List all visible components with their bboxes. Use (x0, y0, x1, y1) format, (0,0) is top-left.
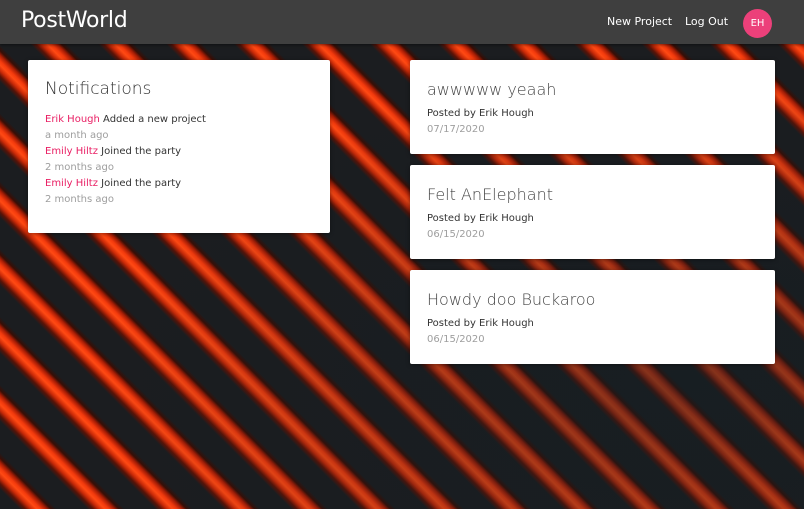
notifications-title: Notifications (45, 79, 152, 99)
post-author: Posted by Erik Hough (427, 108, 534, 119)
post-author: Posted by Erik Hough (427, 318, 534, 329)
new-project-link[interactable]: New Project (607, 15, 672, 28)
top-navbar: PostWorld New Project Log Out EH (0, 0, 804, 44)
post-title[interactable]: Felt AnElephant (427, 185, 553, 204)
notification-time: a month ago (45, 130, 109, 141)
notification-user-link[interactable]: Emily Hiltz (45, 178, 98, 189)
post-author: Posted by Erik Hough (427, 213, 534, 224)
notification-item: Emily Hiltz Joined the party 2 months ag… (45, 144, 320, 176)
notification-user-link[interactable]: Erik Hough (45, 114, 100, 125)
post-date: 06/15/2020 (427, 334, 485, 345)
notification-item: Emily Hiltz Joined the party 2 months ag… (45, 176, 320, 208)
post-date: 07/17/2020 (427, 124, 485, 135)
notification-item: Erik Hough Added a new project a month a… (45, 112, 320, 144)
notification-time: 2 months ago (45, 162, 114, 173)
notification-action: Joined the party (101, 178, 182, 189)
post-card[interactable]: awwwww yeaah Posted by Erik Hough 07/17/… (410, 60, 775, 154)
logout-link[interactable]: Log Out (685, 15, 728, 28)
post-title[interactable]: awwwww yeaah (427, 80, 556, 99)
notification-time: 2 months ago (45, 194, 114, 205)
notifications-list: Erik Hough Added a new project a month a… (45, 112, 320, 208)
notification-action: Joined the party (101, 146, 182, 157)
notifications-card: Notifications Erik Hough Added a new pro… (28, 60, 330, 233)
brand-logo[interactable]: PostWorld (21, 8, 128, 33)
post-date: 06/15/2020 (427, 229, 485, 240)
post-title[interactable]: Howdy doo Buckaroo (427, 290, 595, 309)
notification-user-link[interactable]: Emily Hiltz (45, 146, 98, 157)
post-card[interactable]: Felt AnElephant Posted by Erik Hough 06/… (410, 165, 775, 259)
avatar[interactable]: EH (743, 9, 772, 38)
notification-action: Added a new project (103, 114, 206, 125)
post-card[interactable]: Howdy doo Buckaroo Posted by Erik Hough … (410, 270, 775, 364)
